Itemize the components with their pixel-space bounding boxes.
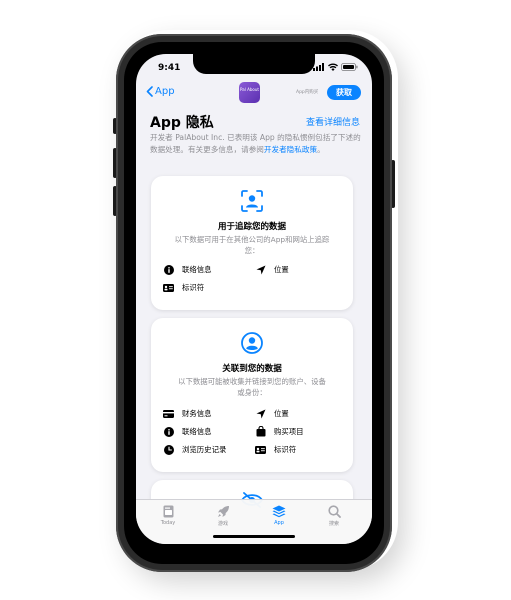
id-card-icon <box>163 282 174 293</box>
chevron-left-icon <box>146 86 153 97</box>
data-item-identifiers: 标识符 <box>163 282 204 293</box>
card-subtitle: 以下数据可用于在其他公司的App和网站上追踪您： <box>174 235 330 255</box>
card-title: 关联到您的数据 <box>222 364 282 374</box>
wifi-icon <box>328 63 338 71</box>
notch <box>193 54 315 74</box>
shopping-bag-icon <box>255 426 266 437</box>
tab-bar: Today 游戏 App 搜索 <box>136 499 372 544</box>
data-item-label: 财务信息 <box>182 409 212 418</box>
rocket-icon <box>217 506 229 517</box>
tab-today[interactable]: Today <box>148 505 188 526</box>
data-item-label: 购买项目 <box>274 427 304 436</box>
person-tracking-icon <box>241 190 263 212</box>
navigation-bar: App Pal About App内购买 获取 <box>136 82 372 104</box>
data-item-contact-info: 联络信息 <box>163 426 212 437</box>
data-item-label: 浏览历史记录 <box>182 445 227 454</box>
data-item-label: 联络信息 <box>182 427 212 436</box>
location-icon <box>255 264 266 275</box>
data-item-label: 位置 <box>274 265 289 274</box>
data-item-label: 联络信息 <box>182 265 212 274</box>
id-card-icon <box>255 444 266 455</box>
data-item-identifiers: 标识符 <box>255 444 296 455</box>
status-icons <box>313 63 358 71</box>
tab-label: 游戏 <box>217 521 228 527</box>
tab-search[interactable]: 搜索 <box>314 505 354 527</box>
info-icon <box>163 264 174 275</box>
person-circle-icon <box>241 332 263 354</box>
linked-data-card[interactable]: 关联到您的数据 以下数据可能被收集并链接到您的账户、设备或身份： 财务信息 位置… <box>151 318 353 472</box>
home-indicator[interactable] <box>213 535 295 538</box>
data-item-label: 位置 <box>274 409 289 418</box>
data-item-purchases: 购买项目 <box>255 426 304 437</box>
today-icon <box>163 505 173 518</box>
card-title: 用于追踪您的数据 <box>217 222 286 232</box>
clock-icon <box>163 444 174 455</box>
page-title: App 隐私 <box>150 115 214 131</box>
info-icon <box>163 426 174 437</box>
credit-card-icon <box>163 408 174 419</box>
data-item-location: 位置 <box>255 408 289 419</box>
battery-icon <box>341 63 358 71</box>
data-item-label: 标识符 <box>182 283 205 292</box>
app-icon: Pal About <box>239 82 260 103</box>
description-text: 开发者 PalAbout Inc. 已表明该 App 的隐私惯例包括了下述的数据… <box>150 133 361 154</box>
status-time: 9:41 <box>158 63 181 73</box>
privacy-policy-link[interactable]: 开发者隐私政策 <box>264 145 317 154</box>
privacy-description: 开发者 PalAbout Inc. 已表明该 App 的隐私惯例包括了下述的数据… <box>150 132 362 156</box>
data-item-label: 标识符 <box>274 445 297 454</box>
card-subtitle: 以下数据可能被收集并链接到您的账户、设备或身份： <box>178 377 326 397</box>
data-item-location: 位置 <box>255 264 289 275</box>
data-item-contact-info: 联络信息 <box>163 264 212 275</box>
tracking-data-card[interactable]: 用于追踪您的数据 以下数据可用于在其他公司的App和网站上追踪您： 联络信息 位… <box>151 176 353 310</box>
see-details-link[interactable]: 查看详细信息 <box>306 115 360 128</box>
get-button[interactable]: 获取 <box>327 85 361 100</box>
location-icon <box>255 408 266 419</box>
tab-games[interactable]: 游戏 <box>203 505 243 527</box>
data-item-financial-info: 财务信息 <box>163 408 212 419</box>
back-button[interactable]: App <box>146 86 175 97</box>
search-icon <box>327 505 341 518</box>
phone-screen: 9:41 App Pal About App内购买 获取 App 隐私 查看详细… <box>136 54 372 544</box>
data-item-browsing-history: 浏览历史记录 <box>163 444 226 455</box>
signal-icon <box>313 63 324 71</box>
in-app-purchase-caption: App内购买 <box>296 90 319 95</box>
tab-apps[interactable]: App <box>259 505 299 526</box>
tab-label: App <box>274 520 284 526</box>
tab-label: 搜索 <box>328 521 339 527</box>
layers-icon <box>272 505 286 518</box>
back-label: App <box>155 86 175 97</box>
tab-label: Today <box>160 520 176 526</box>
description-end: 。 <box>317 145 325 154</box>
